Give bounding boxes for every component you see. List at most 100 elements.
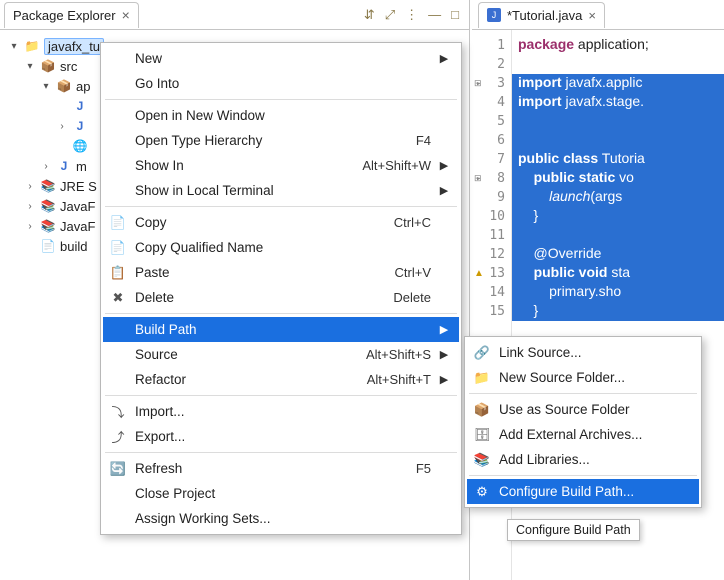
- menu-item-open-type-hierarchy[interactable]: Open Type HierarchyF4: [103, 128, 459, 153]
- menu-item-copy-qualified-name[interactable]: 📄Copy Qualified Name: [103, 235, 459, 260]
- code-line[interactable]: }: [512, 207, 724, 226]
- expand-arrow-icon[interactable]: ▾: [8, 41, 20, 52]
- menu-item-label: Go Into: [135, 76, 423, 91]
- expand-arrow-icon[interactable]: ▾: [40, 81, 52, 92]
- menu-item-open-in-new-window[interactable]: Open in New Window: [103, 103, 459, 128]
- menu-item-refresh[interactable]: 🔄RefreshF5: [103, 456, 459, 481]
- menu-item-paste[interactable]: 📋PasteCtrl+V: [103, 260, 459, 285]
- menu-item-label: Copy: [135, 215, 386, 230]
- code-line[interactable]: }: [512, 302, 724, 321]
- library-icon: 📚: [40, 199, 56, 213]
- menu-item-import[interactable]: ⤵Import...: [103, 399, 459, 424]
- menu-item-label: Build Path: [135, 322, 423, 337]
- close-icon[interactable]: ×: [588, 8, 596, 23]
- menu-item-source[interactable]: SourceAlt+Shift+S▶: [103, 342, 459, 367]
- expand-arrow-icon[interactable]: ›: [24, 201, 36, 212]
- line-number: 7: [472, 150, 511, 169]
- menu-item-icon: 📄: [109, 240, 127, 256]
- menu-item-label: Show in Local Terminal: [135, 183, 423, 198]
- focus-icon[interactable]: ⤢: [385, 7, 395, 23]
- menu-item-label: Use as Source Folder: [499, 402, 663, 417]
- line-number: 1: [472, 36, 511, 55]
- link-with-editor-icon[interactable]: ⇵: [364, 7, 375, 23]
- maximize-icon[interactable]: □: [451, 7, 459, 23]
- code-line[interactable]: primary.sho: [512, 283, 724, 302]
- menu-item-icon: 📚: [473, 452, 491, 468]
- code-line[interactable]: [512, 55, 724, 74]
- code-line[interactable]: public void sta: [512, 264, 724, 283]
- code-line[interactable]: @Override: [512, 245, 724, 264]
- line-number: 15: [472, 302, 511, 321]
- menu-item-configure-build-path[interactable]: ⚙Configure Build Path...: [467, 479, 699, 504]
- tree-node-label: build: [60, 239, 87, 254]
- expand-arrow-icon[interactable]: ›: [40, 161, 52, 172]
- code-line[interactable]: package application;: [512, 36, 724, 55]
- code-line[interactable]: launch(args: [512, 188, 724, 207]
- code-line[interactable]: import javafx.applic: [512, 74, 724, 93]
- editor-tab[interactable]: J *Tutorial.java ×: [478, 2, 605, 28]
- tree-node-label: JavaF: [60, 219, 95, 234]
- menu-separator: [469, 393, 697, 394]
- menu-item-add-external-archives[interactable]: 🗄Add External Archives...: [467, 422, 699, 447]
- line-number: 9: [472, 188, 511, 207]
- menu-item-copy[interactable]: 📄CopyCtrl+C: [103, 210, 459, 235]
- menu-item-label: Close Project: [135, 486, 423, 501]
- menu-item-assign-working-sets[interactable]: Assign Working Sets...: [103, 506, 459, 531]
- menu-separator: [105, 313, 457, 314]
- tree-node-label: javafx_tu: [44, 38, 104, 55]
- menu-item-label: Add Libraries...: [499, 452, 663, 467]
- menu-item-build-path[interactable]: Build Path ▶: [103, 317, 459, 342]
- menu-item-label: New Source Folder...: [499, 370, 663, 385]
- menu-item-icon: 📦: [473, 402, 491, 418]
- menu-item-refactor[interactable]: RefactorAlt+Shift+T▶: [103, 367, 459, 392]
- build-path-submenu: 🔗Link Source...📁New Source Folder... 📦 Use…: [464, 336, 702, 508]
- line-number: ▲13: [472, 264, 511, 283]
- close-icon[interactable]: ×: [122, 7, 130, 23]
- menu-item-icon: 🔗: [473, 345, 491, 361]
- menu-item-delete[interactable]: ✖DeleteDelete: [103, 285, 459, 310]
- menu-item-icon: ✖: [109, 290, 127, 306]
- menu-item-show-in[interactable]: Show InAlt+Shift+W▶: [103, 153, 459, 178]
- expand-arrow-icon[interactable]: ▾: [24, 61, 36, 72]
- package-explorer-tab[interactable]: Package Explorer ×: [4, 2, 139, 28]
- file-icon: 📄: [40, 239, 56, 253]
- menu-item-new-source-folder[interactable]: 📁New Source Folder...: [467, 365, 699, 390]
- expand-arrow-icon[interactable]: ›: [56, 121, 68, 132]
- menu-item-icon: ⤴: [109, 427, 127, 446]
- expand-arrow-icon[interactable]: ›: [24, 221, 36, 232]
- code-line[interactable]: import javafx.stage.: [512, 93, 724, 112]
- menu-item-go-into[interactable]: Go Into: [103, 71, 459, 96]
- menu-item-add-libraries[interactable]: 📚 Add Libraries...: [467, 447, 699, 472]
- code-line[interactable]: [512, 112, 724, 131]
- code-line[interactable]: [512, 226, 724, 245]
- menu-item-show-in-local-terminal[interactable]: Show in Local Terminal ▶: [103, 178, 459, 203]
- tree-node-label: JRE S: [60, 179, 97, 194]
- menu-item-export[interactable]: ⤴Export...: [103, 424, 459, 449]
- menu-item-use-as-source-folder[interactable]: 📦 Use as Source Folder: [467, 397, 699, 422]
- code-line[interactable]: [512, 131, 724, 150]
- line-number: 4: [472, 93, 511, 112]
- menu-item-new[interactable]: New▶: [103, 46, 459, 71]
- menu-item-shortcut: F4: [416, 133, 431, 148]
- menu-item-shortcut: Ctrl+V: [395, 265, 431, 280]
- menu-item-label: Add External Archives...: [499, 427, 663, 442]
- line-number: 2: [472, 55, 511, 74]
- menu-item-close-project[interactable]: Close Project: [103, 481, 459, 506]
- submenu-arrow-icon: ▶: [439, 323, 449, 336]
- code-line[interactable]: public class Tutoria: [512, 150, 724, 169]
- expand-arrow-icon[interactable]: ›: [24, 181, 36, 192]
- tree-node-label: src: [60, 59, 77, 74]
- menu-item-label: Source: [135, 347, 358, 362]
- java-file-icon: J: [72, 119, 88, 133]
- line-number: ⊟3: [472, 74, 511, 93]
- menu-item-link-source[interactable]: 🔗Link Source...: [467, 340, 699, 365]
- line-number: 11: [472, 226, 511, 245]
- submenu-arrow-icon: ▶: [439, 184, 449, 197]
- minimize-icon[interactable]: —: [428, 7, 441, 23]
- code-line[interactable]: public static vo: [512, 169, 724, 188]
- menu-item-shortcut: F5: [416, 461, 431, 476]
- menu-item-shortcut: Delete: [393, 290, 431, 305]
- view-menu-icon[interactable]: ⋮: [405, 7, 418, 23]
- editor-tabbar: J *Tutorial.java ×: [472, 0, 724, 30]
- library-icon: 📚: [40, 179, 56, 193]
